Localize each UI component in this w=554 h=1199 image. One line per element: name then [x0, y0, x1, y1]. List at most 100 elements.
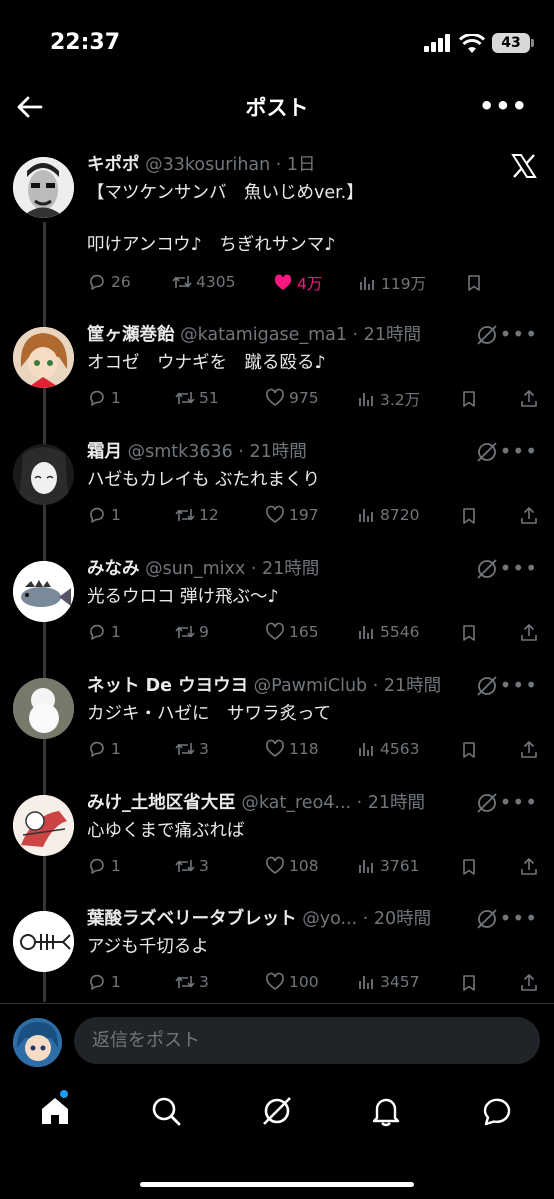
author-handle[interactable]: @sun_mixx · 21時間 — [145, 559, 319, 579]
views-button[interactable]: 8720 — [356, 505, 419, 525]
author-name[interactable]: 葉酸ラズベリータブレット — [87, 909, 297, 929]
reply-button[interactable]: 1 — [87, 972, 121, 992]
bookmark-icon[interactable] — [459, 740, 479, 760]
more-options-button[interactable]: ••• — [500, 673, 538, 697]
reply-post[interactable]: みなみ @sun_mixx · 21時間 ••• 光るウロコ 弾け飛ぶ〜♪ 1 … — [0, 556, 554, 656]
heart-filled-icon — [274, 274, 292, 290]
grok-icon[interactable] — [476, 558, 498, 580]
repost-button[interactable]: 4305 — [172, 272, 235, 292]
share-icon[interactable] — [519, 740, 539, 760]
grok-tab-icon[interactable] — [260, 1094, 294, 1128]
bookmark-icon[interactable] — [459, 857, 479, 877]
grok-icon[interactable] — [476, 792, 498, 814]
avatar-anime-icon — [13, 327, 74, 388]
main-post[interactable]: キポポ @33kosurihan · 1日 【マツケンサンバ 魚いじめver.】… — [0, 152, 554, 302]
reply-post[interactable]: ネット De ウヨウヨ @PawmiClub · 21時間 ••• カジキ・ハゼ… — [0, 673, 554, 773]
views-button[interactable]: 3457 — [356, 972, 419, 992]
post-actions: 1 3 108 3761 — [87, 856, 540, 880]
repost-button[interactable]: 9 — [175, 622, 209, 642]
author-handle[interactable]: @yo... · 20時間 — [302, 909, 431, 929]
author-handle[interactable]: @katamigase_ma1 · 21時間 — [180, 325, 421, 345]
repost-count: 51 — [199, 389, 219, 407]
views-button[interactable]: 119万 — [357, 272, 426, 294]
more-options-button[interactable]: ••• — [500, 906, 538, 930]
author-handle[interactable]: @PawmiClub · 21時間 — [254, 676, 441, 696]
bookmark-icon[interactable] — [464, 273, 484, 293]
views-button[interactable]: 3.2万 — [356, 388, 420, 410]
reply-input[interactable]: 返信をポスト — [74, 1017, 540, 1064]
author-handle[interactable]: @smtk3636 · 21時間 — [128, 442, 307, 462]
repost-count: 12 — [199, 506, 219, 524]
reply-post[interactable]: 葉酸ラズベリータブレット @yo... · 20時間 ••• アジも千切るよ 1… — [0, 906, 554, 1006]
status-bar: 22:37 43 — [0, 0, 554, 80]
like-button[interactable]: 100 — [265, 972, 319, 992]
avatar[interactable] — [13, 795, 74, 856]
like-count: 118 — [289, 740, 319, 758]
author-name[interactable]: 筐ヶ瀬巻飴 — [87, 325, 175, 345]
author-name[interactable]: みなみ — [87, 559, 140, 579]
reply-button[interactable]: 1 — [87, 505, 121, 525]
reply-button[interactable]: 1 — [87, 622, 121, 642]
views-button[interactable]: 3761 — [356, 856, 419, 876]
share-icon[interactable] — [519, 973, 539, 993]
author-name[interactable]: ネット De ウヨウヨ — [87, 676, 248, 696]
repost-button[interactable]: 51 — [175, 388, 219, 408]
bookmark-icon[interactable] — [459, 623, 479, 643]
notifications-icon[interactable] — [369, 1094, 403, 1128]
user-avatar[interactable] — [13, 1018, 62, 1067]
like-button[interactable]: 4万 — [273, 272, 322, 294]
bookmark-icon[interactable] — [459, 389, 479, 409]
repost-button[interactable]: 3 — [175, 972, 209, 992]
avatar-anime-icon — [13, 444, 74, 505]
grok-icon[interactable] — [476, 441, 498, 463]
like-button[interactable]: 197 — [265, 505, 319, 525]
reply-post[interactable]: 霜月 @smtk3636 · 21時間 ••• ハゼもカレイも ぶたれまくり 1… — [0, 439, 554, 539]
author-handle[interactable]: @kat_reo4... · 21時間 — [241, 793, 425, 813]
grok-icon[interactable] — [476, 908, 498, 930]
reply-button[interactable]: 1 — [87, 739, 121, 759]
share-icon[interactable] — [519, 857, 539, 877]
avatar[interactable] — [13, 444, 74, 505]
share-icon[interactable] — [519, 506, 539, 526]
more-options-button[interactable]: ••• — [500, 322, 538, 346]
like-button[interactable]: 165 — [265, 622, 319, 642]
more-options-button[interactable]: ••• — [500, 556, 538, 580]
repost-button[interactable]: 3 — [175, 856, 209, 876]
avatar[interactable] — [13, 911, 74, 972]
avatar[interactable] — [13, 157, 74, 218]
reply-button[interactable]: 1 — [87, 388, 121, 408]
author-handle[interactable]: @33kosurihan · 1日 — [145, 155, 315, 175]
like-button[interactable]: 108 — [265, 856, 319, 876]
home-icon[interactable] — [38, 1094, 72, 1128]
views-button[interactable]: 4563 — [356, 739, 419, 759]
reply-post[interactable]: 筐ヶ瀬巻飴 @katamigase_ma1 · 21時間 ••• オコゼ ウナギ… — [0, 322, 554, 422]
reply-button[interactable]: 1 — [87, 856, 121, 876]
author-name[interactable]: みけ_土地区省大臣 — [87, 793, 236, 813]
repost-button[interactable]: 12 — [175, 505, 219, 525]
reply-icon — [90, 624, 104, 640]
grok-icon[interactable] — [476, 675, 498, 697]
author-name[interactable]: キポポ — [87, 155, 140, 175]
more-options-button[interactable]: ••• — [500, 439, 538, 463]
grok-icon[interactable] — [476, 324, 498, 346]
bookmark-icon[interactable] — [459, 506, 479, 526]
like-count: 165 — [289, 623, 319, 641]
like-button[interactable]: 118 — [265, 739, 319, 759]
repost-button[interactable]: 3 — [175, 739, 209, 759]
avatar[interactable] — [13, 327, 74, 388]
views-button[interactable]: 5546 — [356, 622, 419, 642]
share-icon[interactable] — [519, 623, 539, 643]
share-icon[interactable] — [519, 389, 539, 409]
messages-icon[interactable] — [480, 1094, 514, 1128]
more-options-button[interactable]: ••• — [500, 790, 538, 814]
repost-count: 3 — [199, 740, 209, 758]
author-name[interactable]: 霜月 — [87, 442, 122, 462]
search-icon[interactable] — [149, 1094, 183, 1128]
reply-post[interactable]: みけ_土地区省大臣 @kat_reo4... · 21時間 ••• 心ゆくまで痛… — [0, 790, 554, 890]
more-options-button[interactable]: ••• — [479, 92, 528, 120]
avatar[interactable] — [13, 678, 74, 739]
reply-button[interactable]: 26 — [87, 272, 131, 292]
avatar[interactable] — [13, 561, 74, 622]
like-button[interactable]: 975 — [265, 388, 319, 408]
bookmark-icon[interactable] — [459, 973, 479, 993]
